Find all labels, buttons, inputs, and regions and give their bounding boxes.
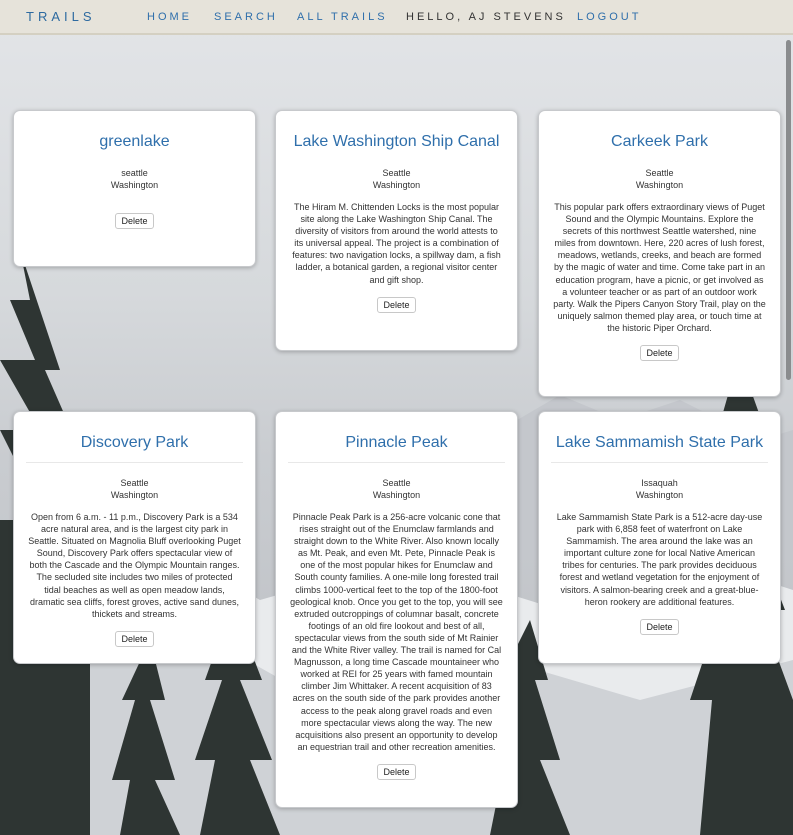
trail-description: Lake Sammamish State Park is a 512-acre …	[556, 512, 763, 607]
brand-logo-link[interactable]: TRAILS	[26, 9, 96, 24]
trail-city: Seattle	[120, 478, 149, 488]
nav-search-link[interactable]: SEARCH	[214, 11, 278, 23]
user-greeting: HELLO, AJ STEVENS	[406, 11, 566, 23]
trail-description: Pinnacle Peak Park is a 256-acre volcani…	[290, 512, 503, 752]
delete-trail-button[interactable]: Delete	[115, 213, 154, 229]
trail-state: Washington	[635, 180, 684, 190]
trail-state: Washington	[110, 180, 159, 190]
delete-trail-button[interactable]: Delete	[377, 763, 416, 780]
trail-card: Discovery Park Seattle Washington Open f…	[13, 411, 256, 664]
title-divider	[551, 462, 768, 463]
trail-card: Lake Washington Ship Canal Seattle Washi…	[275, 110, 518, 351]
trail-city: Seattle	[382, 478, 411, 488]
delete-trail-button[interactable]: Delete	[115, 630, 154, 647]
trail-description: The Hiram M. Chittenden Locks is the mos…	[292, 202, 501, 285]
title-divider	[288, 462, 505, 463]
title-divider	[26, 462, 243, 463]
trail-city: Seattle	[645, 168, 674, 178]
trail-title: Lake Sammamish State Park	[555, 434, 764, 451]
trail-title: Discovery Park	[80, 434, 189, 451]
trail-card: Pinnacle Peak Seattle Washington Pinnacl…	[275, 411, 518, 808]
trail-title: Carkeek Park	[611, 133, 708, 150]
trail-city: Issaquah	[641, 478, 678, 488]
trail-card: Lake Sammamish State Park Issaquah Washi…	[538, 411, 781, 664]
trail-state: Washington	[635, 490, 684, 500]
trail-city: Seattle	[382, 168, 411, 178]
nav-logout-link[interactable]: LOGOUT	[577, 11, 641, 23]
nav-home-link[interactable]: HOME	[147, 11, 192, 23]
trail-description: This popular park offers extraordinary v…	[553, 202, 766, 333]
delete-trail-button[interactable]: Delete	[640, 345, 679, 362]
trail-city: seattle	[121, 168, 148, 178]
trail-description: Open from 6 a.m. - 11 p.m., Discovery Pa…	[28, 512, 241, 619]
page-scrollbar[interactable]	[786, 40, 791, 380]
trail-card: Carkeek Park Seattle Washington This pop…	[538, 110, 781, 397]
trail-state: Washington	[372, 490, 421, 500]
delete-trail-button[interactable]: Delete	[640, 618, 679, 635]
trail-title: Pinnacle Peak	[345, 434, 448, 451]
trail-state: Washington	[110, 490, 159, 500]
trail-state: Washington	[372, 180, 421, 190]
delete-trail-button[interactable]: Delete	[377, 296, 416, 313]
trail-card: greenlake seattle Washington Delete	[13, 110, 256, 267]
trail-title: Lake Washington Ship Canal	[293, 133, 500, 150]
trail-title: greenlake	[99, 133, 170, 150]
nav-all-trails-link[interactable]: ALL TRAILS	[297, 11, 388, 23]
top-navbar: TRAILS HOME SEARCH ALL TRAILS HELLO, AJ …	[0, 0, 793, 35]
